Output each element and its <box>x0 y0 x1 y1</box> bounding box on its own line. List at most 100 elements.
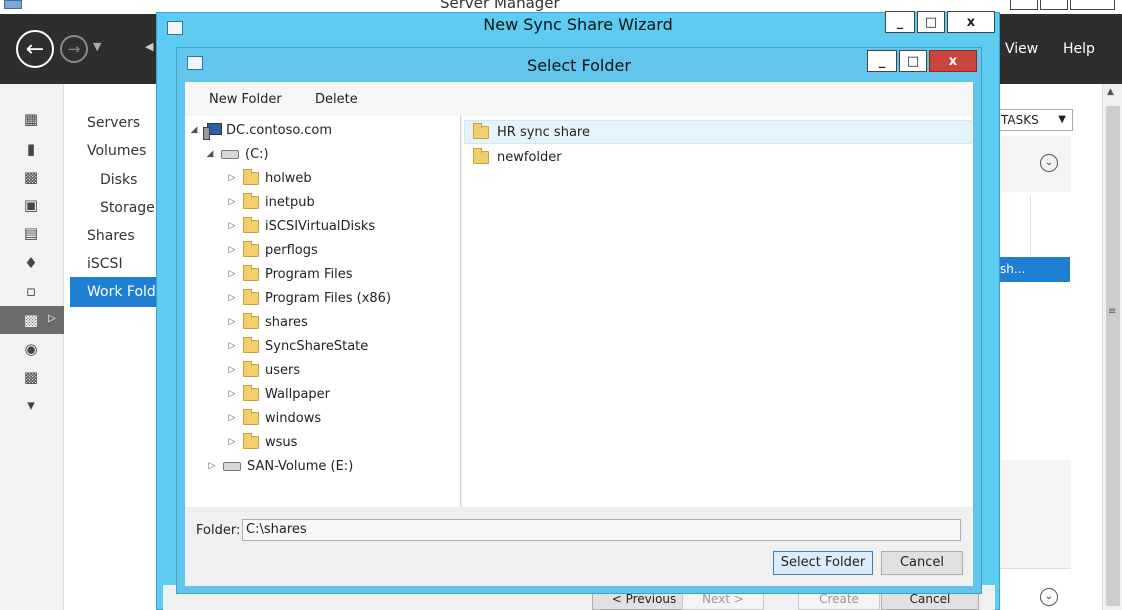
folder-label: iSCSIVirtualDisks <box>265 218 376 234</box>
tree-item-computer[interactable]: ◢ DC.contoso.com <box>187 119 332 141</box>
all-servers-icon[interactable]: ▩ <box>22 168 40 186</box>
expand-arrow-icon[interactable]: ▷ <box>205 461 219 471</box>
tree-item-folder[interactable]: ▷ users <box>225 359 300 381</box>
nav-item-volumes[interactable]: Volumes <box>87 143 146 159</box>
folder-icon <box>473 147 489 164</box>
expand-bottom-section-icon[interactable]: ⌄ <box>1040 588 1058 606</box>
wsus-icon[interactable]: ▾ <box>22 396 40 414</box>
drive-e-label: SAN-Volume (E:) <box>247 458 354 474</box>
scrollbar-thumb[interactable] <box>1106 106 1120 606</box>
tree-item-folder[interactable]: ▷ iSCSIVirtualDisks <box>225 215 375 237</box>
folder-list: HR sync share newfolder <box>462 116 973 507</box>
dashboard-icon[interactable]: ▦ <box>22 110 40 128</box>
lower-section <box>995 460 1071 572</box>
expand-arrow-icon[interactable]: ▷ <box>225 341 239 351</box>
folder-label: Program Files (x86) <box>265 290 392 306</box>
tree-item-drive-c[interactable]: ◢ (C:) <box>203 143 269 165</box>
folder-label: SyncShareState <box>265 338 369 354</box>
folder-icon <box>243 168 259 185</box>
list-item-label: HR sync share <box>497 124 590 140</box>
file-storage-icon[interactable]: ▫ <box>22 282 40 300</box>
tree-item-drive-e[interactable]: ▷ SAN-Volume (E:) <box>205 455 354 477</box>
menu-help[interactable]: Help <box>1063 41 1095 57</box>
server-manager-scrollbar[interactable]: ▲ ≡ <box>1102 84 1122 610</box>
server-manager-title: Server Manager <box>440 0 560 12</box>
dhcp-icon[interactable]: ▤ <box>22 224 40 242</box>
expand-arrow-icon[interactable]: ▷ <box>225 293 239 303</box>
nav-item-iscsi[interactable]: iSCSI <box>87 256 123 272</box>
nav-item-shares[interactable]: Shares <box>87 228 135 244</box>
local-server-icon[interactable]: ▮ <box>22 140 40 158</box>
wizard-close-button[interactable]: x <box>947 11 995 33</box>
selected-share-row[interactable]: sh... <box>1000 257 1070 282</box>
tree-item-folder[interactable]: ▷ Wallpaper <box>225 383 330 405</box>
expand-arrow-icon[interactable]: ▷ <box>225 437 239 447</box>
back-arrow-icon[interactable]: ← <box>16 30 54 68</box>
dialog-minimize-button[interactable]: _ <box>867 50 897 72</box>
sm-minimize-button[interactable] <box>1010 0 1038 10</box>
tasks-dropdown[interactable]: TASKS ▼ <box>997 109 1073 131</box>
nav-item-work-folders[interactable]: Work Fold <box>87 284 156 300</box>
remote-access-icon[interactable]: ▩ <box>22 368 40 386</box>
folder-icon <box>243 432 259 449</box>
sm-close-button[interactable] <box>1070 0 1115 10</box>
folder-path-input[interactable]: C:\shares <box>242 519 961 541</box>
tree-item-folder[interactable]: ▷ Program Files (x86) <box>225 287 391 309</box>
dialog-close-button[interactable]: x <box>929 50 977 72</box>
scroll-up-icon[interactable]: ▲ <box>1107 87 1114 97</box>
menu-view[interactable]: View <box>1005 41 1038 57</box>
breadcrumb-chevron-icon: ◀ <box>145 40 154 53</box>
ad-ds-icon[interactable]: ▣ <box>22 196 40 214</box>
expand-arrow-icon[interactable]: ▷ <box>225 197 239 207</box>
expand-arrow-icon[interactable]: ▷ <box>225 245 239 255</box>
history-dropdown-icon[interactable]: ▼ <box>93 40 101 53</box>
nav-item-servers[interactable]: Servers <box>87 115 140 131</box>
expand-arrow-icon[interactable]: ▷ <box>225 269 239 279</box>
folder-icon <box>243 336 259 353</box>
sm-maximize-button[interactable] <box>1040 0 1068 10</box>
new-folder-button[interactable]: New Folder <box>209 92 282 107</box>
expand-section-icon[interactable]: ⌄ <box>1040 154 1058 172</box>
tree-item-folder[interactable]: ▷ shares <box>225 311 308 333</box>
wizard-maximize-button[interactable]: □ <box>917 11 945 33</box>
expand-arrow-icon[interactable]: ▷ <box>225 221 239 231</box>
folder-icon <box>243 312 259 329</box>
expand-arrow-icon[interactable]: ▷ <box>48 313 56 324</box>
section-header <box>995 136 1071 192</box>
list-item[interactable]: newfolder <box>464 145 972 169</box>
collapse-arrow-icon[interactable]: ◢ <box>203 149 217 159</box>
tree-item-folder[interactable]: ▷ SyncShareState <box>225 335 368 357</box>
computer-icon <box>203 122 222 140</box>
tree-item-folder[interactable]: ▷ inetpub <box>225 191 315 213</box>
expand-arrow-icon[interactable]: ▷ <box>225 365 239 375</box>
dialog-cancel-button[interactable]: Cancel <box>881 551 963 575</box>
nav-item-disks[interactable]: Disks <box>100 172 137 188</box>
drive-icon <box>223 461 241 471</box>
folder-tree: ◢ DC.contoso.com ◢ (C:) ▷ holweb ▷ inetpub… <box>185 116 461 507</box>
file-services-icon[interactable]: ▩ <box>22 311 40 329</box>
folder-icon <box>243 264 259 281</box>
nav-item-storage[interactable]: Storage <box>100 200 155 216</box>
tree-item-folder[interactable]: ▷ perflogs <box>225 239 318 261</box>
select-folder-button[interactable]: Select Folder <box>773 551 873 575</box>
collapse-arrow-icon[interactable]: ◢ <box>187 125 201 135</box>
dialog-maximize-button[interactable]: □ <box>899 50 927 72</box>
dns-icon[interactable]: ♦ <box>22 254 40 272</box>
expand-arrow-icon[interactable]: ▷ <box>225 317 239 327</box>
expand-arrow-icon[interactable]: ▷ <box>225 173 239 183</box>
tree-item-folder[interactable]: ▷ wsus <box>225 431 297 453</box>
list-item[interactable]: HR sync share <box>464 120 972 144</box>
folder-label: users <box>265 362 301 378</box>
delete-button[interactable]: Delete <box>315 92 358 107</box>
tree-item-folder[interactable]: ▷ holweb <box>225 167 312 189</box>
drive-c-label: (C:) <box>245 146 269 162</box>
tree-item-folder[interactable]: ▷ windows <box>225 407 321 429</box>
wizard-minimize-button[interactable]: _ <box>885 11 915 33</box>
tree-item-folder[interactable]: ▷ Program Files <box>225 263 353 285</box>
iis-icon[interactable]: ◉ <box>22 340 40 358</box>
bottom-section <box>995 568 1071 610</box>
dialog-toolbar: New Folder Delete <box>185 82 973 116</box>
expand-arrow-icon[interactable]: ▷ <box>225 389 239 399</box>
expand-arrow-icon[interactable]: ▷ <box>225 413 239 423</box>
forward-arrow-icon[interactable]: → <box>60 35 88 63</box>
